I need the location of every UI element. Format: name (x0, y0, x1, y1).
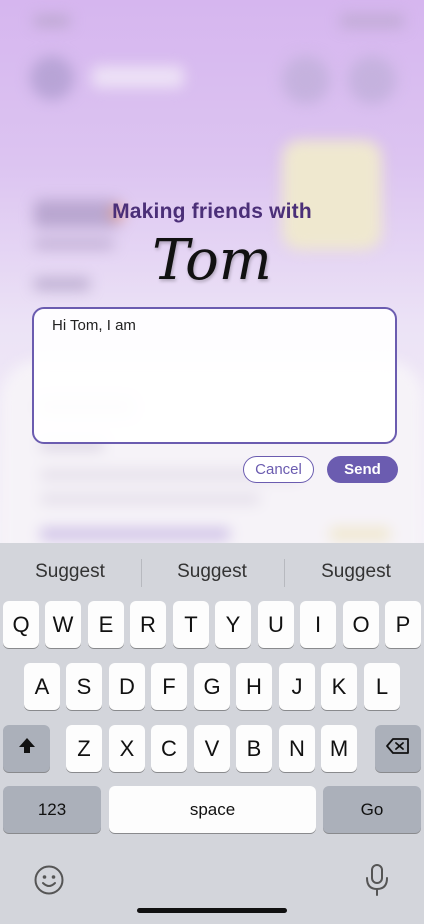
suggestion-1[interactable]: Suggest (0, 561, 140, 583)
key-b[interactable]: B (236, 725, 272, 772)
space-key[interactable]: space (109, 786, 316, 833)
key-y[interactable]: Y (215, 601, 251, 648)
microphone-icon (364, 864, 390, 901)
key-k[interactable]: K (321, 663, 357, 710)
key-w[interactable]: W (45, 601, 81, 648)
shift-key[interactable] (3, 725, 50, 772)
home-indicator[interactable] (137, 908, 287, 913)
delete-key[interactable] (375, 725, 421, 772)
key-e[interactable]: E (88, 601, 124, 648)
key-o[interactable]: O (343, 601, 379, 648)
key-n[interactable]: N (279, 725, 315, 772)
key-c[interactable]: C (151, 725, 187, 772)
key-p[interactable]: P (385, 601, 421, 648)
suggestion-3[interactable]: Suggest (286, 561, 424, 583)
cancel-button[interactable]: Cancel (243, 456, 314, 483)
dialog-heading: Making friends with (112, 200, 312, 223)
key-v[interactable]: V (194, 725, 230, 772)
key-a[interactable]: A (24, 663, 60, 710)
key-s[interactable]: S (66, 663, 102, 710)
key-q[interactable]: Q (3, 601, 39, 648)
key-i[interactable]: I (300, 601, 336, 648)
dictation-button[interactable] (364, 863, 390, 897)
key-g[interactable]: G (194, 663, 230, 710)
key-u[interactable]: U (258, 601, 294, 648)
numbers-key[interactable]: 123 (3, 786, 101, 833)
shift-icon (17, 736, 37, 762)
backspace-icon (385, 736, 411, 762)
key-d[interactable]: D (109, 663, 145, 710)
key-t[interactable]: T (173, 601, 209, 648)
emoji-icon (33, 865, 65, 900)
key-j[interactable]: J (279, 663, 315, 710)
friend-name: Tom (152, 228, 272, 293)
go-key[interactable]: Go (323, 786, 421, 833)
key-x[interactable]: X (109, 725, 145, 772)
key-h[interactable]: H (236, 663, 272, 710)
keyboard: Suggest Suggest Suggest Q W E R T Y U I … (0, 543, 424, 924)
key-m[interactable]: M (321, 725, 357, 772)
key-r[interactable]: R (130, 601, 166, 648)
suggestion-divider (284, 559, 285, 587)
suggestion-bar: Suggest Suggest Suggest (0, 543, 424, 603)
emoji-button[interactable] (33, 864, 65, 896)
key-z[interactable]: Z (66, 725, 102, 772)
key-l[interactable]: L (364, 663, 400, 710)
message-input[interactable]: Hi Tom, I am (32, 307, 397, 444)
send-button[interactable]: Send (327, 456, 398, 483)
suggestion-2[interactable]: Suggest (142, 561, 282, 583)
key-f[interactable]: F (151, 663, 187, 710)
